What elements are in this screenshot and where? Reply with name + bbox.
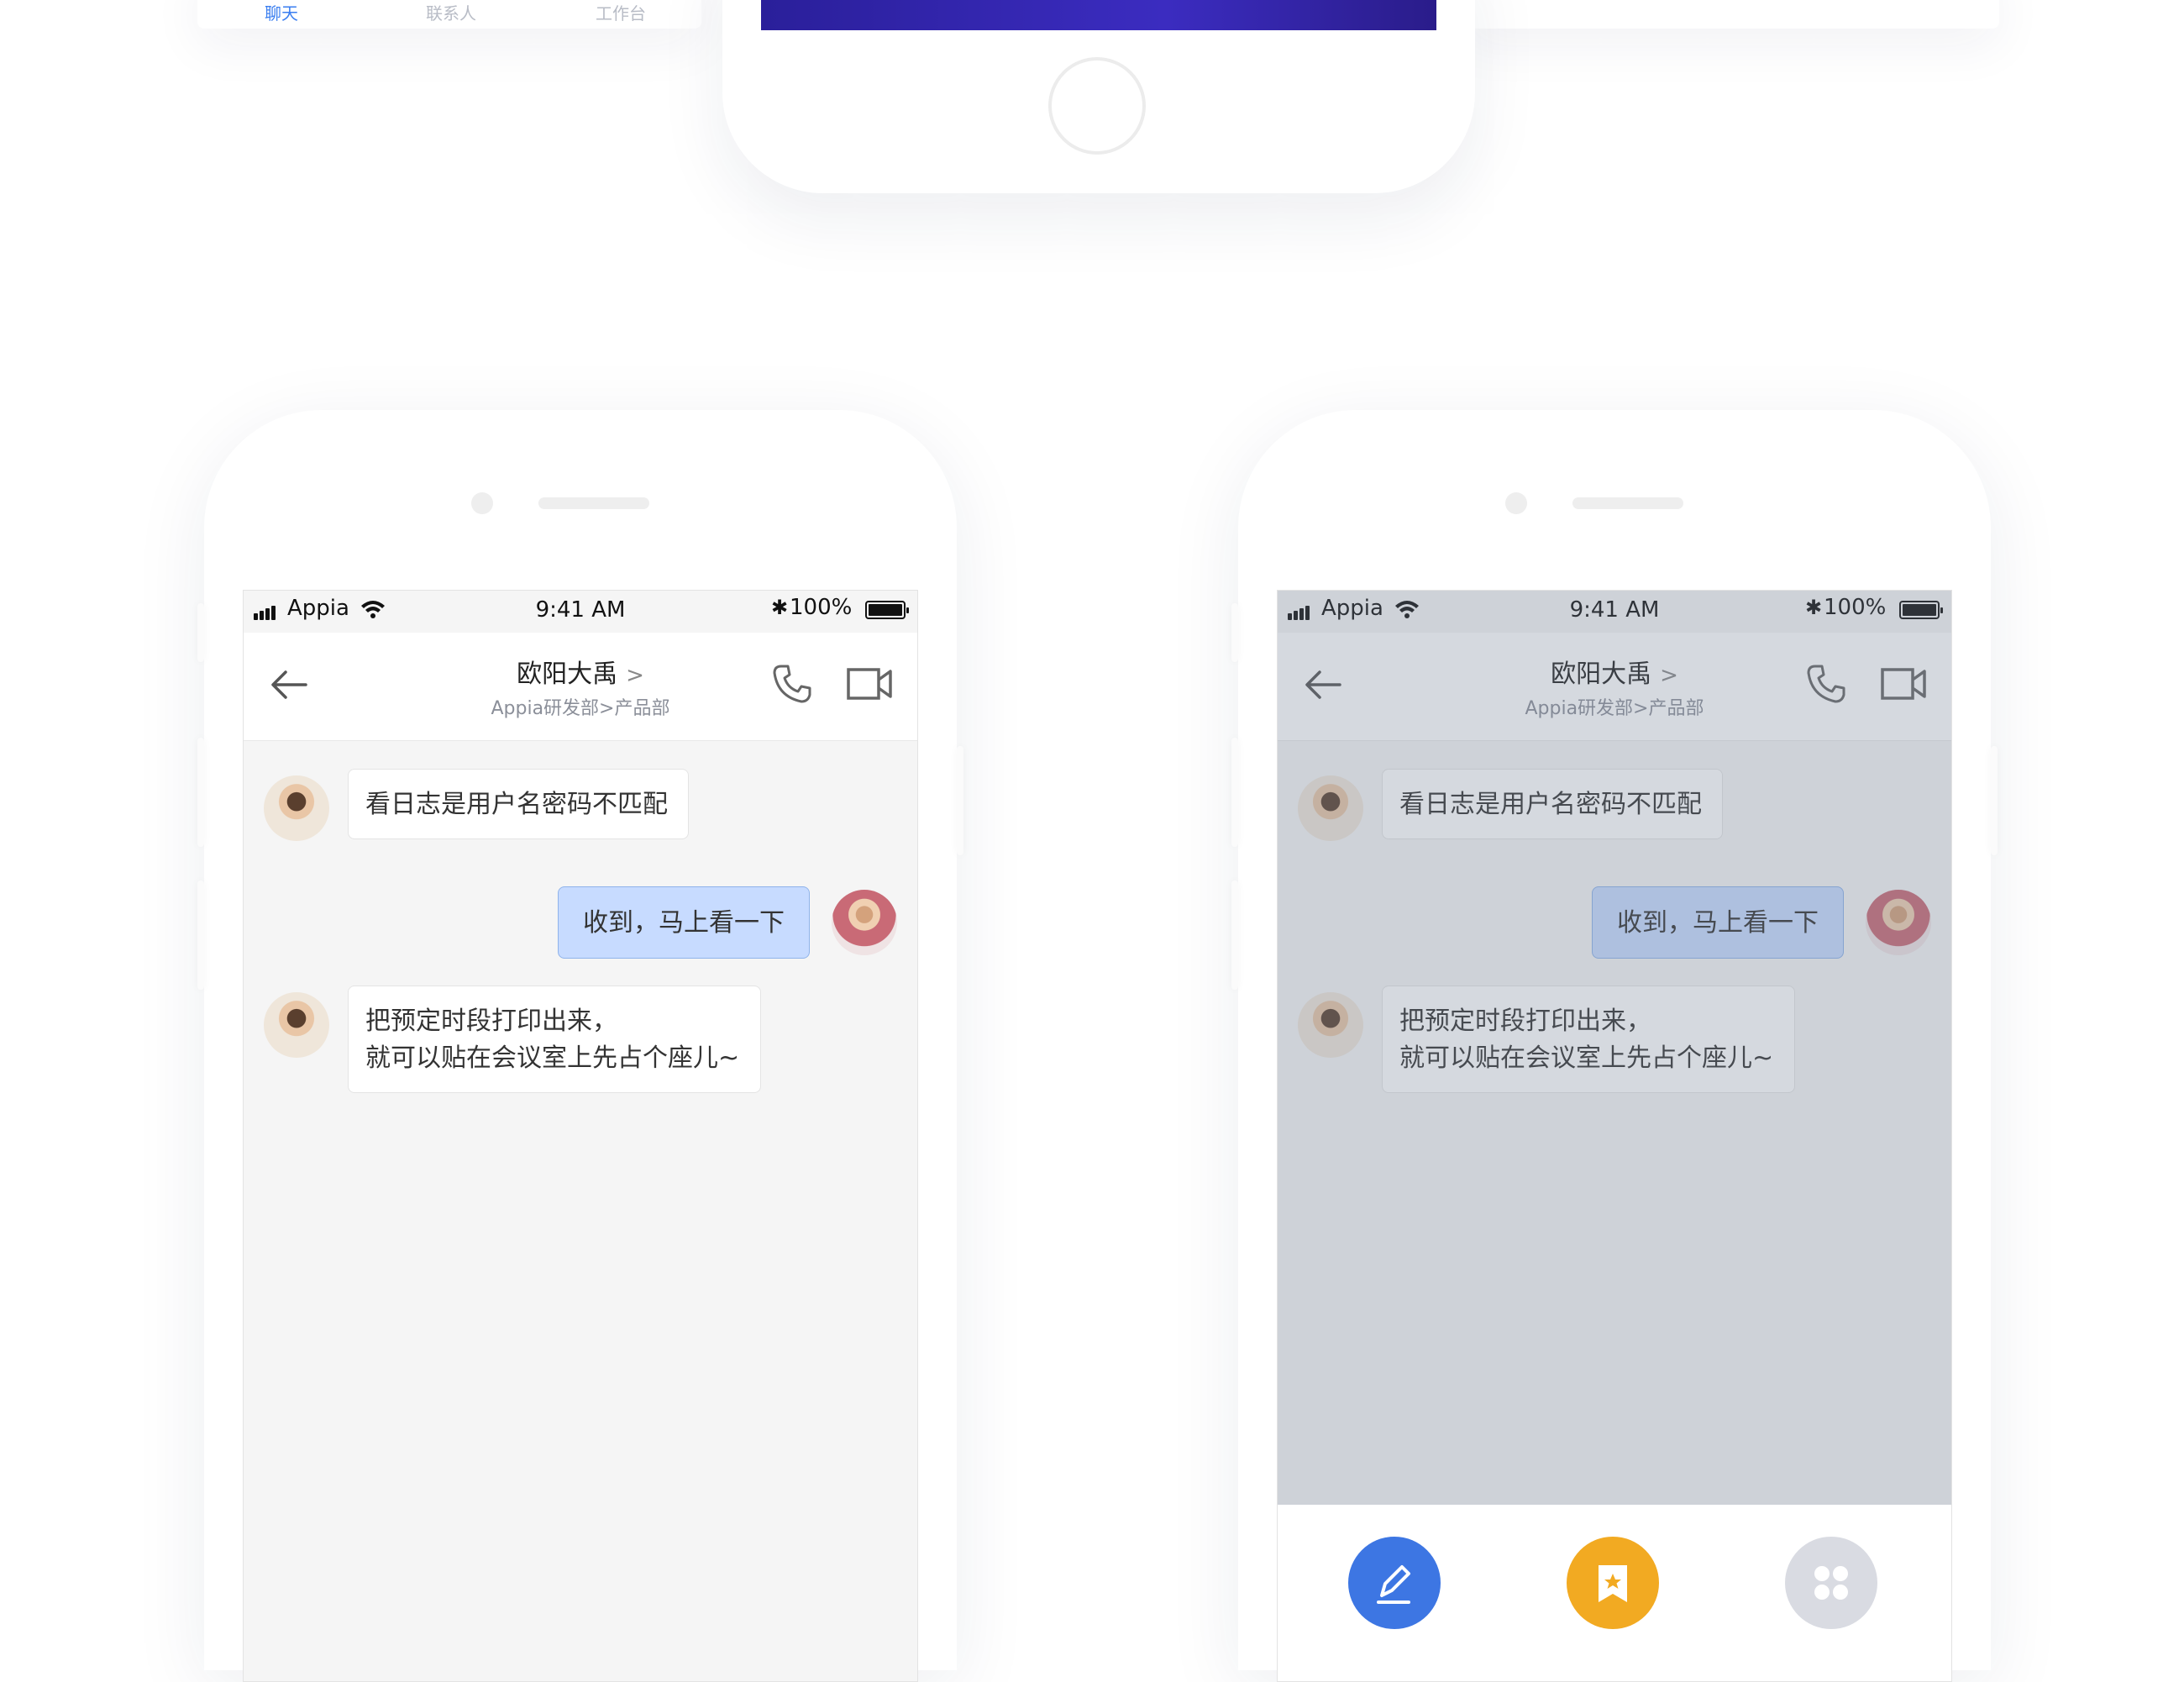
earpiece-speaker [1572, 497, 1683, 509]
contact-title[interactable]: 欧阳大禹 > [244, 653, 917, 690]
avatar[interactable] [264, 992, 329, 1058]
battery-percent: 100% [790, 595, 853, 620]
front-camera [471, 492, 493, 514]
pen-icon[interactable] [1348, 1537, 1441, 1629]
phone-left: Appia 9:41 AM ✱ 100% 欧阳大禹 > Appia研发部>产品部 … [197, 410, 963, 1682]
top-tabbar: 聊天 联系人 工作台 [197, 0, 701, 29]
top-card-right [1462, 0, 1999, 29]
earpiece-speaker [538, 497, 649, 509]
status-bar: Appia 9:41 AM ✱ 100% [244, 591, 917, 633]
battery-icon [865, 601, 909, 619]
avatar[interactable] [264, 775, 329, 841]
message-bubble-sent: 收到，马上看一下 [558, 886, 810, 959]
chat-header: 欧阳大禹 > Appia研发部>产品部 [244, 633, 917, 741]
contact-department: Appia研发部>产品部 [491, 698, 670, 719]
chat-screen: Appia 9:41 AM ✱ 100% 欧阳大禹 > Appia研发部>产品部 … [243, 590, 918, 1682]
tab-contacts[interactable]: 联系人 [426, 0, 476, 24]
phone-call-icon[interactable] [771, 663, 813, 705]
bluetooth-icon: ✱ [771, 596, 789, 619]
tab-workbench[interactable]: 工作台 [596, 0, 646, 24]
avatar[interactable] [832, 890, 897, 955]
message-bubble: 把预定时段打印出来， 就可以贴在会议室上先占个座儿~ [348, 986, 761, 1093]
message-bubble: 看日志是用户名密码不匹配 [348, 769, 689, 839]
home-button[interactable] [1048, 57, 1146, 155]
grid-icon[interactable] [1785, 1537, 1877, 1629]
chat-screen: Appia 9:41 AM ✱ 100% 欧阳大禹 > Appia研发部>产品部 … [1277, 590, 1952, 1682]
tab-chat[interactable]: 聊天 [265, 0, 298, 24]
top-phone-frame [722, 0, 1475, 193]
bookmark-star-icon[interactable] [1567, 1537, 1659, 1629]
side-button [957, 746, 963, 855]
side-button [197, 603, 204, 662]
side-button [1991, 746, 1998, 855]
side-button [1231, 738, 1238, 847]
action-sheet [1278, 1505, 1951, 1681]
side-button [197, 738, 204, 847]
side-button [1231, 603, 1238, 662]
chevron-right-icon: > [626, 663, 644, 688]
video-call-icon[interactable] [847, 666, 892, 702]
side-button [1231, 880, 1238, 990]
phone-right: Appia 9:41 AM ✱ 100% 欧阳大禹 > Appia研发部>产品部 … [1231, 410, 1998, 1682]
side-button [197, 880, 204, 990]
front-camera [1505, 492, 1527, 514]
top-phone-screen [761, 0, 1436, 30]
